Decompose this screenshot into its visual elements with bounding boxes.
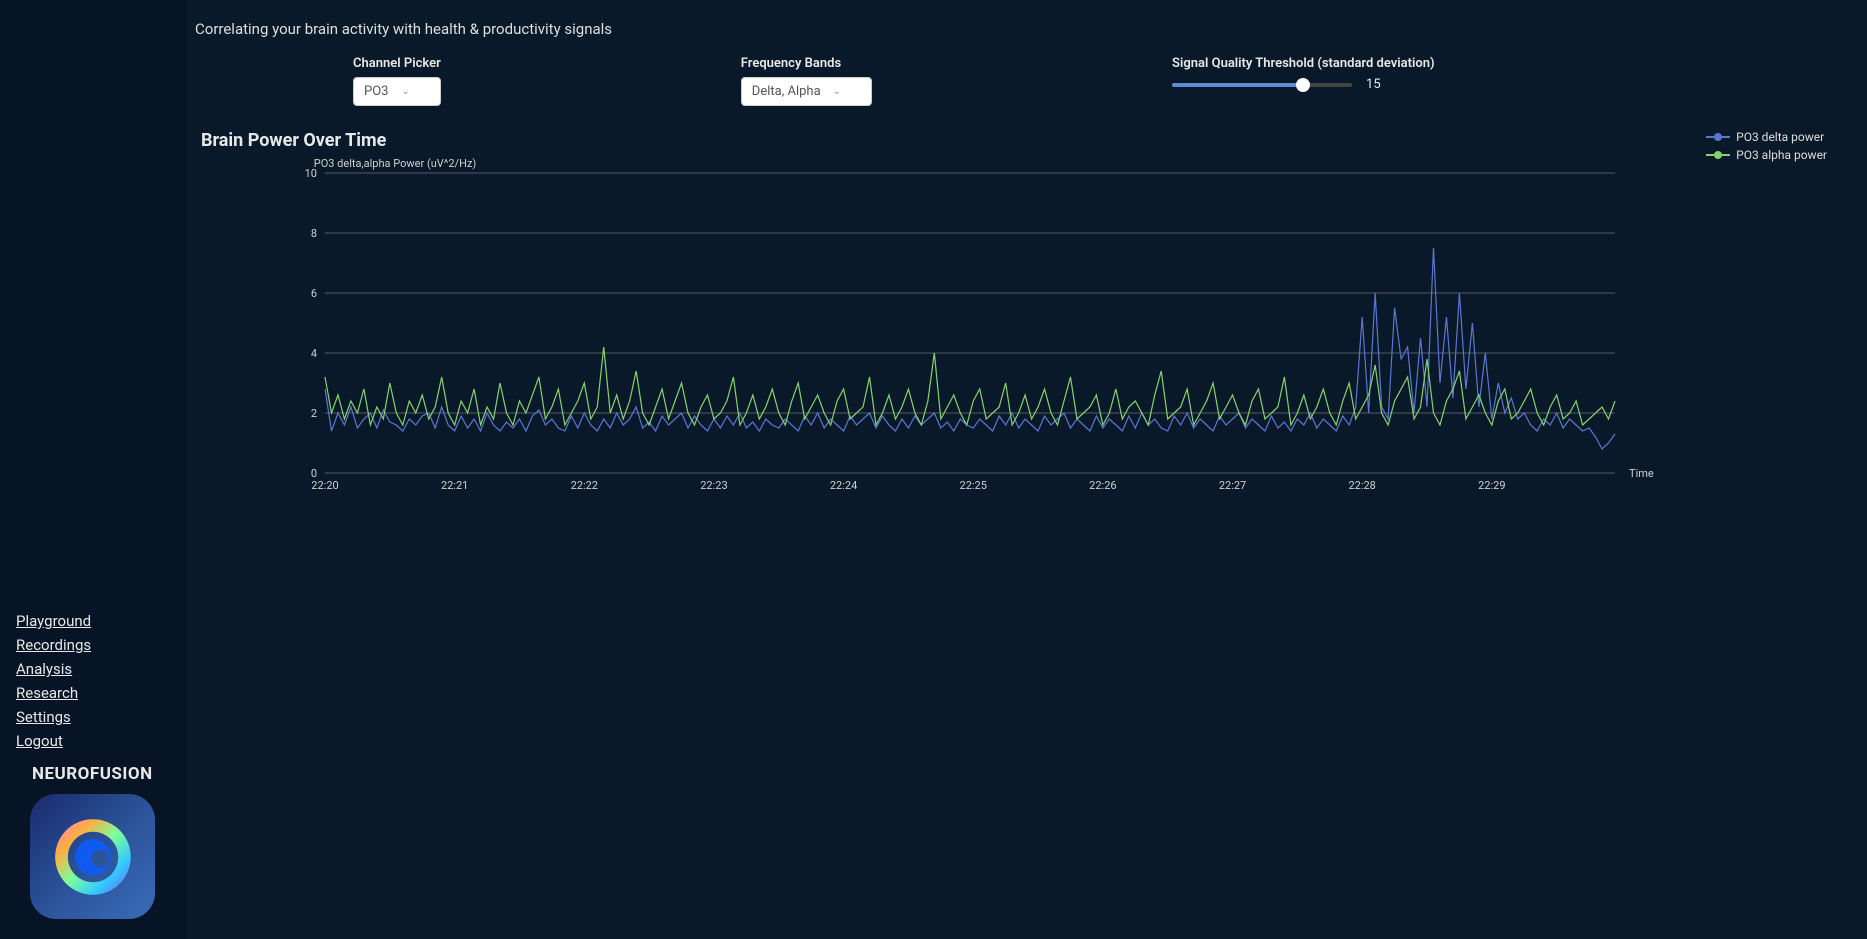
sidebar-item-logout[interactable]: Logout xyxy=(16,732,187,750)
channel-picker-value: PO3 xyxy=(364,84,388,99)
chevron-down-icon: ⌄ xyxy=(389,86,409,97)
svg-text:6: 6 xyxy=(311,287,317,300)
sidebar-item-settings[interactable]: Settings xyxy=(16,708,187,726)
legend-item-delta[interactable]: PO3 delta power xyxy=(1706,130,1827,144)
svg-text:22:25: 22:25 xyxy=(960,479,987,492)
sidebar-item-recordings[interactable]: Recordings xyxy=(16,636,187,654)
legend-item-alpha[interactable]: PO3 alpha power xyxy=(1706,148,1827,162)
chart-container: Brain Power Over Time PO3 delta power PO… xyxy=(195,130,1837,513)
page-description: Correlating your brain activity with hea… xyxy=(195,20,1837,38)
svg-text:2: 2 xyxy=(311,407,317,420)
frequency-bands-control: Frequency Bands Delta, Alpha ⌄ xyxy=(741,56,872,106)
svg-text:22:22: 22:22 xyxy=(571,479,598,492)
svg-text:10: 10 xyxy=(305,167,317,180)
threshold-slider[interactable] xyxy=(1172,83,1352,87)
channel-picker-control: Channel Picker PO3 ⌄ xyxy=(353,56,441,106)
svg-text:4: 4 xyxy=(311,347,317,360)
sidebar-item-research[interactable]: Research xyxy=(16,684,187,702)
brand-name: NEUROFUSION xyxy=(32,764,187,784)
legend-label: PO3 alpha power xyxy=(1736,148,1827,162)
sidebar-item-playground[interactable]: Playground xyxy=(16,612,187,630)
channel-picker-label: Channel Picker xyxy=(353,56,441,71)
brand-logo xyxy=(30,794,155,919)
svg-text:22:28: 22:28 xyxy=(1348,479,1375,492)
svg-text:22:29: 22:29 xyxy=(1478,479,1505,492)
threshold-control: Signal Quality Threshold (standard devia… xyxy=(1172,56,1435,106)
svg-text:22:20: 22:20 xyxy=(311,479,338,492)
svg-text:22:21: 22:21 xyxy=(441,479,468,492)
line-chart: PO3 delta,alpha Power (uV^2/Hz)Time02468… xyxy=(195,153,1655,513)
svg-text:22:23: 22:23 xyxy=(700,479,727,492)
swirl-icon xyxy=(48,812,138,902)
svg-text:22:26: 22:26 xyxy=(1089,479,1116,492)
svg-text:Time: Time xyxy=(1629,467,1654,480)
channel-picker-select[interactable]: PO3 ⌄ xyxy=(353,77,441,106)
frequency-bands-value: Delta, Alpha xyxy=(752,84,821,99)
svg-text:22:27: 22:27 xyxy=(1219,479,1246,492)
svg-text:8: 8 xyxy=(311,227,317,240)
chevron-down-icon: ⌄ xyxy=(821,86,841,97)
threshold-label: Signal Quality Threshold (standard devia… xyxy=(1172,56,1435,71)
main-content: Correlating your brain activity with hea… xyxy=(187,0,1867,939)
nav-links: Playground Recordings Analysis Research … xyxy=(16,612,187,750)
sidebar-item-analysis[interactable]: Analysis xyxy=(16,660,187,678)
svg-text:22:24: 22:24 xyxy=(830,479,857,492)
controls-row: Channel Picker PO3 ⌄ Frequency Bands Del… xyxy=(353,56,1837,106)
frequency-bands-label: Frequency Bands xyxy=(741,56,872,71)
chart-legend: PO3 delta power PO3 alpha power xyxy=(1706,130,1827,162)
sidebar: Playground Recordings Analysis Research … xyxy=(0,0,187,939)
legend-label: PO3 delta power xyxy=(1736,130,1824,144)
slider-thumb[interactable] xyxy=(1296,78,1310,92)
svg-text:PO3 delta,alpha Power (uV^2/Hz: PO3 delta,alpha Power (uV^2/Hz) xyxy=(314,157,477,170)
threshold-value: 15 xyxy=(1366,77,1381,92)
chart-title: Brain Power Over Time xyxy=(201,130,1837,151)
frequency-bands-select[interactable]: Delta, Alpha ⌄ xyxy=(741,77,872,106)
